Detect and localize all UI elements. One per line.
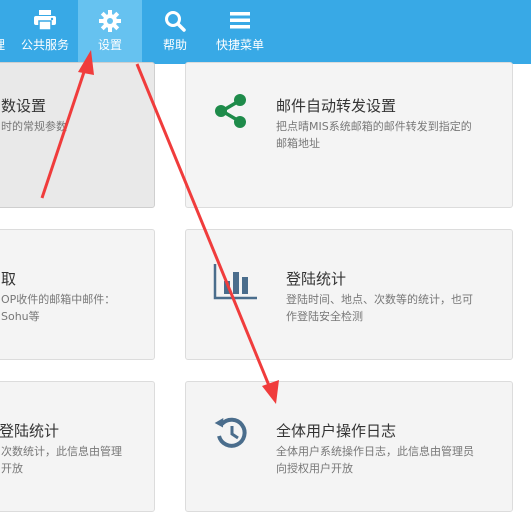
- printer-icon: [34, 10, 56, 30]
- card-mail-fetch[interactable]: 取 OP收件的邮箱中邮件： Sohu等: [0, 229, 155, 360]
- card-desc: 登陆时间、地点、次数等的统计，也可: [286, 293, 473, 306]
- search-icon: [165, 11, 186, 32]
- nav-item-public-service[interactable]: 公共服务: [17, 0, 73, 64]
- share-icon: [215, 94, 246, 128]
- card-desc: 作登陆安全检测: [286, 310, 363, 323]
- card-desc: 时的常规参数: [1, 120, 67, 133]
- gear-icon: [99, 10, 121, 32]
- card-desc: Sohu等: [1, 310, 40, 323]
- nav-item-quick-menu[interactable]: 快捷菜单: [210, 0, 270, 64]
- nav-label: 帮助: [162, 38, 187, 52]
- card-title: 邮件自动转发设置: [276, 97, 397, 115]
- card-title: 登陆统计: [0, 422, 60, 440]
- card-desc: 全体用户系统操作日志，此信息由管理员: [276, 445, 474, 458]
- card-param-settings[interactable]: 数设置 时的常规参数: [0, 62, 155, 208]
- card-title: 数设置: [1, 97, 47, 115]
- card-login-stats[interactable]: 登陆统计 登陆时间、地点、次数等的统计，也可 作登陆安全检测: [185, 229, 513, 360]
- card-desc: 邮箱地址: [276, 137, 320, 150]
- top-nav-bar: 理 公共服务 设置: [0, 0, 531, 64]
- card-desc: 把点晴MIS系统邮箱的邮件转发到指定的: [276, 120, 472, 133]
- card-title: 登陆统计: [286, 270, 347, 288]
- bar-chart-icon: [213, 264, 257, 300]
- card-desc: 次数统计，此信息由管理: [1, 445, 122, 458]
- nav-item-cut-off[interactable]: 理: [0, 0, 10, 64]
- card-mail-forward[interactable]: 邮件自动转发设置 把点晴MIS系统邮箱的邮件转发到指定的 邮箱地址: [185, 62, 513, 208]
- card-title: 取: [1, 270, 17, 288]
- card-desc: 向授权用户开放: [276, 462, 353, 475]
- nav-label: 理: [0, 37, 10, 53]
- card-desc: 开放: [1, 462, 23, 475]
- card-login-stats-left[interactable]: 登陆统计 次数统计，此信息由管理 开放: [0, 381, 155, 512]
- card-operation-log[interactable]: 全体用户操作日志 全体用户系统操作日志，此信息由管理员 向授权用户开放: [185, 381, 513, 512]
- hamburger-menu-icon: [230, 12, 250, 29]
- history-icon: [214, 417, 247, 448]
- nav-item-settings[interactable]: 设置: [78, 0, 142, 64]
- card-title: 全体用户操作日志: [276, 422, 397, 440]
- nav-label: 公共服务: [20, 38, 69, 52]
- nav-item-help[interactable]: 帮助: [150, 0, 200, 64]
- card-desc: OP收件的邮箱中邮件：: [1, 293, 116, 306]
- nav-label: 快捷菜单: [215, 38, 264, 52]
- nav-label: 设置: [97, 38, 122, 52]
